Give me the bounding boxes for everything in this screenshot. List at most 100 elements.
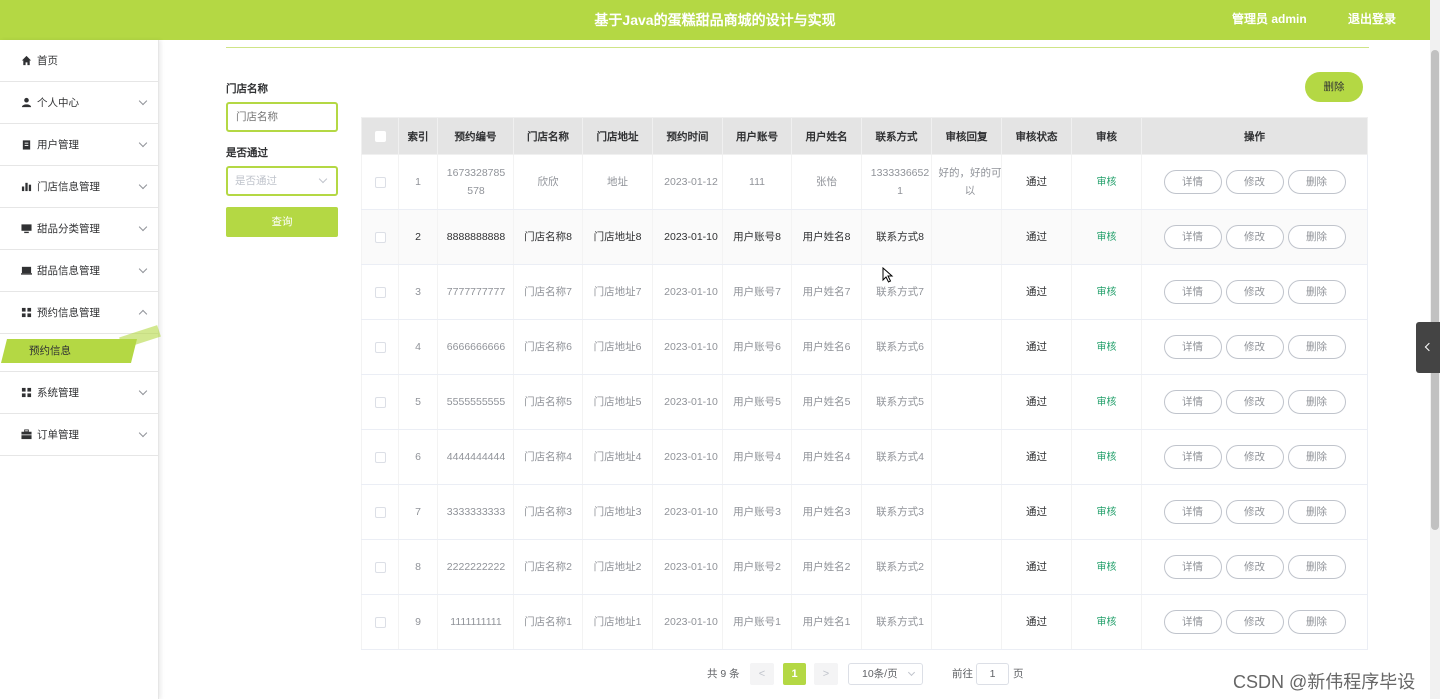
- contact-cell: 联系方式5: [861, 374, 932, 430]
- audit-status-cell: 通过: [1001, 319, 1072, 375]
- delete-button[interactable]: 删除: [1287, 445, 1346, 469]
- edit-button[interactable]: 修改: [1225, 390, 1284, 414]
- audit-link[interactable]: 审核: [1097, 562, 1117, 573]
- audit-reply-cell: [931, 539, 1002, 595]
- audit-link[interactable]: 审核: [1097, 287, 1117, 298]
- row-select-cell[interactable]: [361, 374, 399, 430]
- index-cell: 2: [398, 209, 438, 265]
- table-row: 9 1111111111 门店名称1 门店地址1 2023-01-10 用户账号1 用户姓名…: [361, 594, 1368, 650]
- delete-button[interactable]: 删除: [1287, 500, 1346, 524]
- sidebar-item-home[interactable]: 首页: [0, 40, 158, 82]
- page-size-select[interactable]: 10条/页: [848, 663, 923, 685]
- edit-button[interactable]: 修改: [1225, 555, 1284, 579]
- row-select-cell[interactable]: [361, 319, 399, 375]
- row-checkbox[interactable]: [374, 286, 386, 298]
- delete-button[interactable]: 删除: [1287, 280, 1346, 304]
- sidebar-item-desserts[interactable]: 甜品信息管理: [0, 250, 158, 292]
- delete-button[interactable]: 删除: [1287, 610, 1346, 634]
- select-all-checkbox[interactable]: [374, 130, 386, 142]
- table-row: 4 6666666666 门店名称6 门店地址6 2023-01-10 用户账号6 用户姓名…: [361, 319, 1368, 375]
- edit-button[interactable]: 修改: [1225, 280, 1284, 304]
- pass-status-select[interactable]: 是否通过: [226, 166, 338, 196]
- delete-button[interactable]: 删除: [1287, 555, 1346, 579]
- scrollbar-thumb[interactable]: [1431, 50, 1439, 530]
- delete-button[interactable]: 删除: [1287, 335, 1346, 359]
- delete-button[interactable]: 删除: [1287, 225, 1346, 249]
- row-checkbox[interactable]: [374, 506, 386, 518]
- row-select-cell[interactable]: [361, 209, 399, 265]
- pagination-goto-input[interactable]: [976, 663, 1009, 685]
- edit-button[interactable]: 修改: [1225, 445, 1284, 469]
- edit-button[interactable]: 修改: [1225, 610, 1284, 634]
- sidebar-item-categories[interactable]: 甜品分类管理: [0, 208, 158, 250]
- audit-cell: 审核: [1071, 154, 1142, 210]
- chevron-down-icon: [138, 386, 148, 396]
- audit-link[interactable]: 审核: [1097, 397, 1117, 408]
- audit-link[interactable]: 审核: [1097, 342, 1117, 353]
- detail-button[interactable]: 详情: [1163, 390, 1222, 414]
- contact-cell: 联系方式1: [861, 594, 932, 650]
- logout-link[interactable]: 退出登录: [1348, 0, 1396, 38]
- row-checkbox[interactable]: [374, 561, 386, 573]
- delete-button[interactable]: 删除: [1287, 390, 1346, 414]
- sidebar-item-system[interactable]: 系统管理: [0, 372, 158, 414]
- sidebar-subitem-reservation-info[interactable]: 预约信息: [1, 339, 137, 363]
- audit-status-cell: 通过: [1001, 374, 1072, 430]
- user-account-cell: 用户账号8: [722, 209, 792, 265]
- audit-link[interactable]: 审核: [1097, 452, 1117, 463]
- row-checkbox[interactable]: [374, 231, 386, 243]
- user-account-cell: 用户账号6: [722, 319, 792, 375]
- select-all-cell[interactable]: [361, 117, 399, 155]
- chevron-down-icon: [318, 174, 328, 184]
- row-select-cell[interactable]: [361, 484, 399, 540]
- row-select-cell[interactable]: [361, 154, 399, 210]
- query-button[interactable]: 查询: [226, 207, 338, 237]
- audit-reply-cell: [931, 484, 1002, 540]
- audit-cell: 审核: [1071, 209, 1142, 265]
- row-checkbox[interactable]: [374, 176, 386, 188]
- table-row: 3 7777777777 门店名称7 门店地址7 2023-01-10 用户账号7 用户姓名…: [361, 264, 1368, 320]
- pagination-page-1[interactable]: 1: [783, 663, 806, 685]
- table-row: 2 8888888888 门店名称8 门店地址8 2023-01-10 用户账号8 用户姓名…: [361, 209, 1368, 265]
- sidebar-item-users[interactable]: 用户管理: [0, 124, 158, 166]
- audit-link[interactable]: 审核: [1097, 232, 1117, 243]
- detail-button[interactable]: 详情: [1163, 280, 1222, 304]
- delete-button[interactable]: 删除: [1287, 170, 1346, 194]
- row-select-cell[interactable]: [361, 539, 399, 595]
- audit-link[interactable]: 审核: [1097, 507, 1117, 518]
- row-select-cell[interactable]: [361, 264, 399, 320]
- store-name-cell: 门店名称2: [513, 539, 583, 595]
- pagination-next-button[interactable]: >: [814, 663, 838, 685]
- row-checkbox[interactable]: [374, 341, 386, 353]
- pagination-prev-button[interactable]: <: [750, 663, 774, 685]
- sidebar-item-profile[interactable]: 个人中心: [0, 82, 158, 124]
- detail-button[interactable]: 详情: [1163, 225, 1222, 249]
- row-checkbox[interactable]: [374, 616, 386, 628]
- sidebar-item-stores[interactable]: 门店信息管理: [0, 166, 158, 208]
- store-name-input[interactable]: [226, 102, 338, 132]
- index-cell: 4: [398, 319, 438, 375]
- row-checkbox[interactable]: [374, 396, 386, 408]
- edit-button[interactable]: 修改: [1225, 500, 1284, 524]
- detail-button[interactable]: 详情: [1163, 555, 1222, 579]
- detail-button[interactable]: 详情: [1163, 170, 1222, 194]
- detail-button[interactable]: 详情: [1163, 335, 1222, 359]
- audit-link[interactable]: 审核: [1097, 177, 1117, 188]
- edit-button[interactable]: 修改: [1225, 225, 1284, 249]
- side-panel-toggle[interactable]: [1416, 322, 1440, 373]
- row-checkbox[interactable]: [374, 451, 386, 463]
- sidebar-item-reservations[interactable]: 预约信息管理: [0, 292, 158, 334]
- edit-button[interactable]: 修改: [1225, 170, 1284, 194]
- row-select-cell[interactable]: [361, 594, 399, 650]
- row-select-cell[interactable]: [361, 429, 399, 485]
- contact-cell: 13333366521: [861, 154, 932, 210]
- sidebar-item-orders[interactable]: 订单管理: [0, 414, 158, 456]
- detail-button[interactable]: 详情: [1163, 610, 1222, 634]
- edit-button[interactable]: 修改: [1225, 335, 1284, 359]
- audit-link[interactable]: 审核: [1097, 617, 1117, 628]
- detail-button[interactable]: 详情: [1163, 445, 1222, 469]
- contact-cell: 联系方式2: [861, 539, 932, 595]
- detail-button[interactable]: 详情: [1163, 500, 1222, 524]
- batch-delete-button[interactable]: 删除: [1305, 72, 1363, 102]
- column-header: 预约编号: [437, 117, 514, 155]
